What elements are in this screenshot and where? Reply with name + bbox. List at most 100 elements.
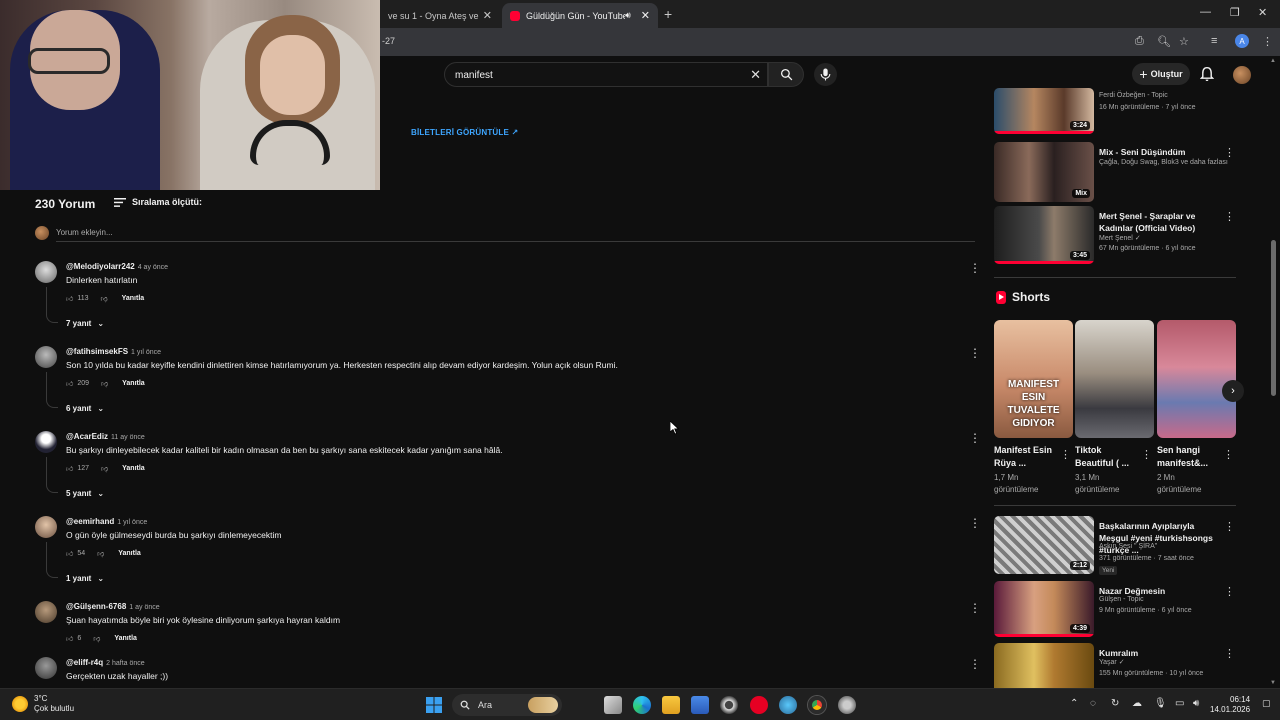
create-button[interactable]: + Oluştur (1132, 63, 1190, 85)
more-actions-icon[interactable]: ⋮ (1224, 146, 1235, 159)
show-replies-button[interactable]: 5 yanıt ⌄ (66, 489, 104, 498)
tab-inactive[interactable]: ve su 1 - Oyna Ateş ve su ✕ (380, 3, 500, 28)
show-replies-button[interactable]: 6 yanıt ⌄ (66, 404, 104, 413)
short-title[interactable]: Manifest Esin Rüya ... (994, 444, 1056, 470)
commenter-avatar[interactable] (35, 657, 57, 679)
tab-active[interactable]: Güldüğün Gün - YouTube 🔊︎ ✕ (502, 3, 658, 28)
related-video[interactable]: 4:39 Nazar Değmesin Gülşen - Topic 9 Mn … (994, 581, 1236, 637)
like-icon[interactable]: 👍︎ (66, 634, 73, 643)
globe-app-icon[interactable] (779, 696, 797, 714)
dislike-icon[interactable]: 👎︎ (101, 464, 108, 473)
dislike-icon[interactable]: 👎︎ (97, 549, 104, 558)
settings-gear-icon[interactable] (838, 696, 856, 714)
video-channel[interactable]: Aşkın Sesi " ŞİRA" (1099, 543, 1157, 550)
url-text[interactable]: -27 (382, 36, 395, 46)
network-icon[interactable]: ▭ (1175, 698, 1184, 709)
app-icon[interactable] (720, 696, 738, 714)
voice-search-button[interactable] (814, 63, 837, 86)
minimize-icon[interactable]: — (1200, 6, 1211, 18)
file-explorer-icon[interactable] (662, 696, 680, 714)
scrollbar-thumb[interactable] (1271, 240, 1276, 396)
notifications-bell-icon[interactable] (1200, 66, 1214, 82)
show-hidden-icons-icon[interactable]: ⌃ (1070, 698, 1078, 709)
commenter-avatar[interactable] (35, 261, 57, 283)
short-title[interactable]: Tiktok Beautiful ( ... (1075, 444, 1137, 470)
task-view-icon[interactable] (604, 696, 622, 714)
comment-time[interactable]: 11 ay önce (111, 434, 145, 441)
like-icon[interactable]: 👍︎ (66, 379, 73, 388)
more-actions-icon[interactable]: ⋮ (969, 516, 981, 530)
commenter-avatar[interactable] (35, 516, 57, 538)
page-scrollbar[interactable]: ▲ ▼ (1268, 56, 1280, 688)
commenter-avatar[interactable] (35, 346, 57, 368)
related-video[interactable]: Mix Mix - Seni Düşündüm Çağla, Doğu Swag… (994, 142, 1236, 202)
video-title[interactable]: Mix - Seni Düşündüm (1099, 146, 1219, 158)
comment-author[interactable]: @Melodiyolarr242 (66, 262, 135, 271)
video-title[interactable]: Mert Şenel - Şaraplar ve Kadınlar (Offic… (1099, 210, 1219, 234)
tray-app-icon[interactable]: ◌ (1090, 698, 1096, 709)
video-channel[interactable]: Çağla, Doğu Swag, Blok3 ve daha fazlası (1099, 159, 1228, 166)
notification-icon[interactable]: ▢ (1262, 698, 1271, 709)
more-actions-icon[interactable]: ⋮ (1224, 210, 1235, 223)
comment-author[interactable]: @AcarEdiz (66, 432, 108, 441)
sort-button[interactable]: Sıralama ölçütü: (114, 197, 202, 207)
add-comment[interactable]: Yorum ekleyin... (35, 226, 975, 242)
scroll-up-icon[interactable]: ▲ (1270, 58, 1276, 64)
pinterest-icon[interactable] (750, 696, 768, 714)
restore-icon[interactable]: ❐ (1230, 6, 1240, 19)
reply-button[interactable]: Yanıtla (114, 635, 137, 642)
related-video[interactable]: Kumralım Yaşar ✓ 155 Mn görüntüleme · 10… (994, 643, 1236, 688)
short-item[interactable]: Tiktok Beautiful ( ... 3,1 Mn görüntülem… (1075, 320, 1154, 496)
video-thumbnail[interactable] (994, 643, 1094, 688)
related-video[interactable]: 2:12 Başkalarının Ayıplarıyla Meşgul #ye… (994, 516, 1236, 575)
more-actions-icon[interactable]: ⋮ (1141, 448, 1152, 461)
short-title[interactable]: Sen hangi manifest&... (1157, 444, 1219, 470)
commenter-avatar[interactable] (35, 431, 57, 453)
video-title[interactable]: Başkalarının Ayıplarıyla Meşgul #yeni #t… (1099, 520, 1219, 556)
dislike-icon[interactable]: 👎︎ (101, 294, 108, 303)
dislike-icon[interactable]: 👎︎ (93, 634, 100, 643)
edge-browser-icon[interactable] (633, 696, 651, 714)
new-tab-icon[interactable]: + (664, 6, 672, 22)
system-clock[interactable]: 06:14 14.01.2026 (1210, 695, 1250, 715)
short-thumbnail[interactable]: MANIFEST ESIN TUVALETE GIDIYOR (994, 320, 1073, 438)
comment-author[interactable]: @Gülşenn-6768 (66, 602, 126, 611)
close-tab-icon[interactable]: ✕ (641, 9, 650, 22)
more-actions-icon[interactable]: ⋮ (1224, 520, 1235, 533)
show-replies-button[interactable]: 7 yanıt ⌄ (66, 319, 104, 328)
chrome-icon[interactable] (808, 696, 826, 714)
video-channel[interactable]: Gülşen - Topic (1099, 596, 1144, 603)
more-actions-icon[interactable]: ⋮ (969, 431, 981, 445)
comment-author[interactable]: @fatihsimsekFS (66, 347, 128, 356)
more-actions-icon[interactable]: ⋮ (969, 657, 981, 671)
video-thumbnail[interactable]: 4:39 (994, 581, 1094, 637)
close-tab-icon[interactable]: ✕ (483, 9, 492, 22)
menu-kebab-icon[interactable]: ⋮ (1262, 35, 1273, 48)
short-item[interactable]: Sen hangi manifest&... 2 Mn görüntüleme … (1157, 320, 1236, 496)
store-icon[interactable] (691, 696, 709, 714)
add-comment-placeholder[interactable]: Yorum ekleyin... (56, 228, 113, 237)
microphone-tray-icon[interactable]: 🎙︎ (1154, 698, 1167, 709)
like-icon[interactable]: 👍︎ (66, 549, 73, 558)
more-actions-icon[interactable]: ⋮ (969, 261, 981, 275)
related-video[interactable]: 3:24 Ferdi Özbeğen - Topic 16 Mn görüntü… (994, 88, 1236, 134)
reply-button[interactable]: Yanıtla (118, 550, 141, 557)
short-thumbnail[interactable] (1075, 320, 1154, 438)
bookmark-star-icon[interactable]: ☆ (1179, 35, 1189, 48)
video-channel[interactable]: Yaşar ✓ (1099, 658, 1125, 666)
view-tickets-link[interactable]: BİLETLERİ GÖRÜNTÜLE ↗ (411, 128, 518, 137)
more-actions-icon[interactable]: ⋮ (1060, 448, 1071, 461)
scroll-down-icon[interactable]: ▼ (1270, 680, 1276, 686)
more-actions-icon[interactable]: ⋮ (1224, 585, 1235, 598)
more-actions-icon[interactable]: ⋮ (969, 346, 981, 360)
account-avatar[interactable] (1233, 66, 1251, 84)
video-thumbnail[interactable]: 2:12 (994, 516, 1094, 574)
reply-button[interactable]: Yanıtla (122, 380, 145, 387)
profile-avatar[interactable]: A (1235, 34, 1249, 48)
clear-search-icon[interactable]: ✕ (750, 67, 761, 83)
reply-button[interactable]: Yanıtla (122, 295, 145, 302)
volume-icon[interactable]: 🔊︎ (1193, 698, 1199, 709)
more-actions-icon[interactable]: ⋮ (1223, 448, 1234, 461)
related-video[interactable]: 3:45 Mert Şenel - Şaraplar ve Kadınlar (… (994, 206, 1236, 264)
search-input[interactable] (455, 67, 735, 83)
